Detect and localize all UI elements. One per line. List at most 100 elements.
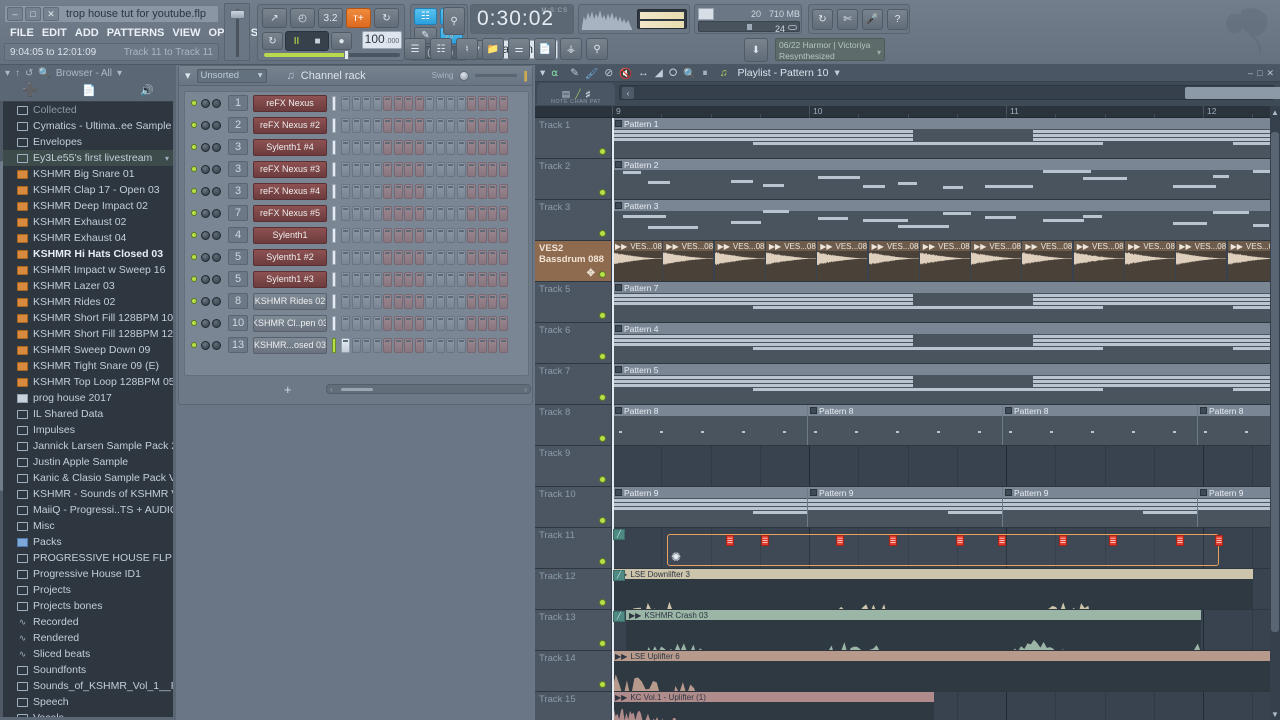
- browser-item[interactable]: KSHMR Short Fill 128BPM 10: [3, 310, 173, 326]
- swing-knob[interactable]: [459, 70, 470, 81]
- track-name[interactable]: Track 1: [535, 118, 612, 158]
- playlist-vscrollbar[interactable]: ▲ ▼: [1270, 106, 1280, 720]
- step-button[interactable]: [425, 205, 434, 221]
- step-button[interactable]: [351, 249, 361, 265]
- browser-item[interactable]: KSHMR Tight Snare 09 (E): [3, 358, 173, 374]
- track-name[interactable]: Track 13: [535, 610, 612, 650]
- channel-rack-hscrollbar[interactable]: ‹ ›: [326, 384, 531, 394]
- browser-item[interactable]: KSHMR Sweep Down 09: [3, 342, 173, 358]
- step-button[interactable]: [404, 227, 413, 243]
- step-button[interactable]: [393, 183, 403, 199]
- step-button[interactable]: [488, 271, 497, 287]
- step-button[interactable]: [446, 315, 455, 331]
- browser-item[interactable]: KSHMR Big Snare 01: [3, 166, 173, 182]
- channel-volume-knob[interactable]: [201, 208, 210, 218]
- scroll-up-arrow[interactable]: ▲: [1270, 106, 1280, 118]
- browser-item[interactable]: Packs: [3, 534, 173, 550]
- playlist-track[interactable]: Track 12 ▶▶LSE Downlifter 3╱: [535, 569, 1280, 610]
- channel-volume-knob[interactable]: [201, 252, 210, 262]
- step-button[interactable]: [425, 95, 434, 111]
- step-button[interactable]: [456, 95, 466, 111]
- channel-enable-led[interactable]: [191, 188, 197, 194]
- channel-name-button[interactable]: Sylenth1 #3: [253, 270, 327, 288]
- step-button[interactable]: [467, 95, 476, 111]
- step-button[interactable]: [446, 117, 455, 133]
- metronome-icon[interactable]: ↗: [262, 8, 287, 28]
- step-button[interactable]: [456, 293, 466, 309]
- playlist-track[interactable]: Track 1 Pattern 1: [535, 118, 1280, 159]
- browser-item[interactable]: KSHMR Rides 02: [3, 294, 173, 310]
- audio-clip[interactable]: ▶▶ LSE Uplifter 6: [612, 651, 1280, 691]
- step-button[interactable]: [414, 249, 424, 265]
- chevron-down-icon[interactable]: ▾: [834, 67, 839, 79]
- step-button[interactable]: [383, 117, 392, 133]
- track-name[interactable]: Track 6: [535, 323, 612, 363]
- stop-button[interactable]: ■: [307, 32, 328, 50]
- step-button[interactable]: [414, 139, 424, 155]
- track-name[interactable]: Track 2: [535, 159, 612, 199]
- channel-enable-led[interactable]: [191, 100, 197, 106]
- audio-clip[interactable]: ▶▶VES...088: [765, 241, 816, 281]
- piano-icon[interactable]: ♯: [586, 89, 591, 99]
- track-enable-led[interactable]: [599, 681, 606, 688]
- channel-volume-knob[interactable]: [201, 142, 210, 152]
- track-grid[interactable]: Pattern 2: [612, 159, 1280, 199]
- channel-pan-knob[interactable]: [212, 120, 221, 130]
- channel-mixer-number[interactable]: 4: [228, 227, 248, 243]
- step-sequencer-row[interactable]: [341, 337, 508, 353]
- step-sequencer-row[interactable]: [341, 139, 508, 155]
- playlist-track[interactable]: Track 8 Pattern 8 Pattern 8 Pattern 8 Patter…: [535, 405, 1280, 446]
- browser-item[interactable]: Jannick Larsen Sample Pack 2: [3, 438, 173, 454]
- browser-item[interactable]: Speech: [3, 694, 173, 710]
- step-button[interactable]: [435, 183, 445, 199]
- track-enable-led[interactable]: [599, 599, 606, 606]
- step-button[interactable]: [488, 139, 497, 155]
- browser-item[interactable]: Envelopes: [3, 134, 173, 150]
- audio-clip[interactable]: ▶▶VES...088: [714, 241, 765, 281]
- step-button[interactable]: [477, 227, 487, 243]
- playlist-track[interactable]: Track 3 Pattern 3: [535, 200, 1280, 241]
- browser-item[interactable]: KSHMR Short Fill 128BPM 12: [3, 326, 173, 342]
- step-button[interactable]: [488, 315, 497, 331]
- step-button[interactable]: [414, 227, 424, 243]
- master-volume-group[interactable]: [224, 3, 250, 61]
- track-grid[interactable]: [612, 446, 1280, 486]
- step-sequencer-row[interactable]: [341, 95, 508, 111]
- scroll-right-arrow[interactable]: ›: [524, 385, 527, 394]
- step-button[interactable]: [393, 271, 403, 287]
- metro-icon[interactable]: ⚲: [443, 7, 465, 35]
- step-sequencer-row[interactable]: [341, 227, 508, 243]
- channel-row[interactable]: 3 reFX Nexus #3: [185, 158, 528, 180]
- track-enable-led[interactable]: [599, 476, 606, 483]
- menu-view[interactable]: VIEW: [172, 27, 200, 39]
- track-grid[interactable]: ▶▶ LSE Uplifter 6: [612, 651, 1280, 691]
- browser-item[interactable]: Collected: [3, 102, 173, 118]
- step-button[interactable]: [372, 95, 382, 111]
- step-button[interactable]: [362, 95, 371, 111]
- browser-item[interactable]: KSHMR Top Loop 128BPM 05: [3, 374, 173, 390]
- wait-for-input-icon[interactable]: ◴: [290, 8, 315, 28]
- search-icon[interactable]: 🔍: [38, 68, 50, 79]
- step-button[interactable]: [414, 337, 424, 353]
- step-button[interactable]: [372, 117, 382, 133]
- master-volume-handle[interactable]: [230, 10, 245, 19]
- playlist-track[interactable]: Track 14 ▶▶ LSE Uplifter 6: [535, 651, 1280, 692]
- channel-enable-led[interactable]: [191, 254, 197, 260]
- step-button[interactable]: [456, 161, 466, 177]
- step-button[interactable]: [414, 205, 424, 221]
- step-button[interactable]: [351, 139, 361, 155]
- step-button[interactable]: [467, 227, 476, 243]
- step-button[interactable]: [456, 117, 466, 133]
- step-button[interactable]: [414, 117, 424, 133]
- browser-item[interactable]: Sounds_of_KSHMR_Vol_1__FINAL_: [3, 678, 173, 694]
- step-button[interactable]: [362, 337, 371, 353]
- track-grid[interactable]: ▶▶LSE Downlifter 3: [612, 569, 1280, 609]
- browser-icon[interactable]: 📁: [482, 38, 504, 60]
- step-button[interactable]: [341, 205, 350, 221]
- browser-item[interactable]: Impulses: [3, 422, 173, 438]
- step-button[interactable]: [467, 117, 476, 133]
- channel-name-button[interactable]: reFX Nexus: [253, 94, 327, 112]
- track-name[interactable]: Track 7: [535, 364, 612, 404]
- audio-clip[interactable]: ▶▶ KC Vol.1 - Uplifter (1): [612, 692, 934, 720]
- step-button[interactable]: [488, 293, 497, 309]
